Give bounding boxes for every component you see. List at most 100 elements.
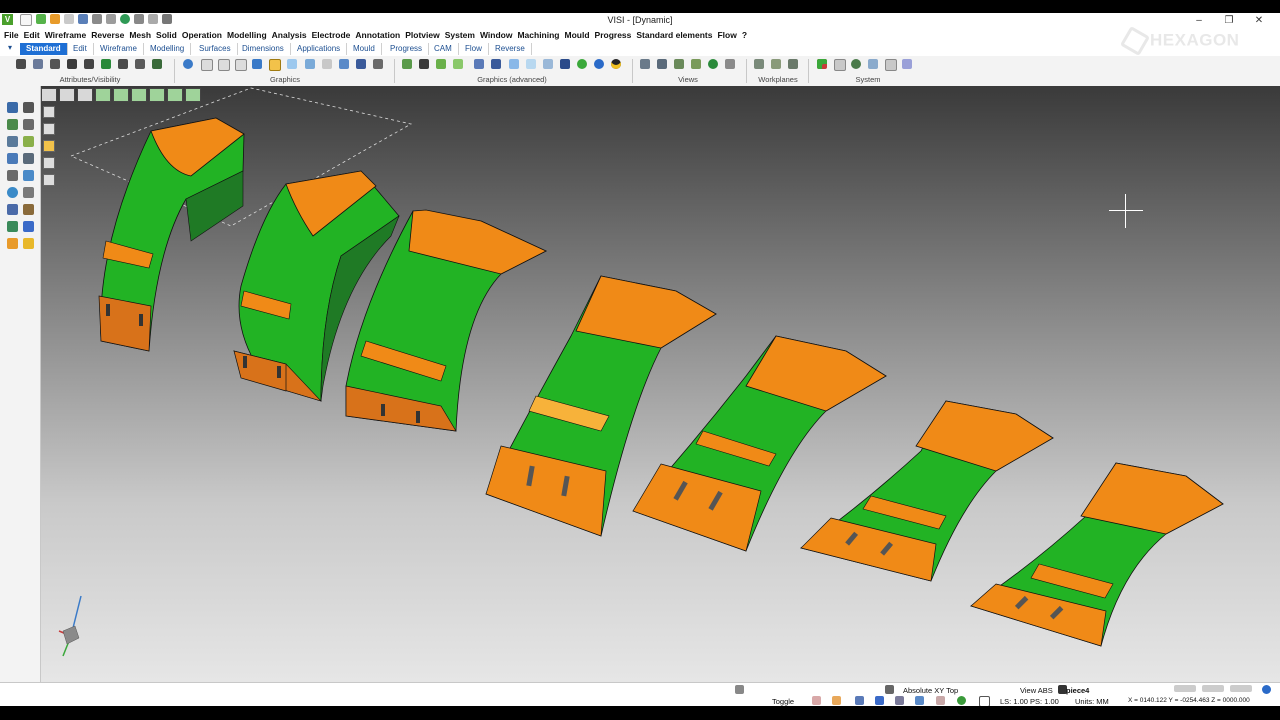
tab-reverse[interactable]: Reverse	[489, 43, 532, 55]
system-doc-icon[interactable]	[885, 59, 897, 71]
adv-outline-icon[interactable]	[543, 59, 553, 69]
system-script-icon[interactable]	[902, 59, 912, 69]
settings-icon[interactable]	[817, 59, 827, 69]
tab-wireframe[interactable]: Wireframe	[94, 43, 144, 55]
status-bar-3-icon[interactable]	[1230, 685, 1252, 692]
adv-shade-icon[interactable]	[419, 59, 429, 69]
visibility-icon[interactable]	[33, 59, 43, 69]
piece-label[interactable]: piece4	[1066, 686, 1089, 695]
glass-icon[interactable]	[305, 59, 315, 69]
render-icon[interactable]	[252, 59, 262, 69]
color-icon[interactable]	[101, 59, 111, 69]
query-icon[interactable]	[7, 204, 18, 215]
shaded-icon[interactable]	[235, 59, 247, 71]
minimize-button[interactable]: –	[1184, 13, 1214, 28]
adv-depth-icon[interactable]	[491, 59, 501, 69]
tab-standard[interactable]: Standard	[20, 43, 68, 55]
adv-material-icon[interactable]	[474, 59, 484, 69]
menu-file[interactable]: File	[4, 29, 24, 42]
help-icon[interactable]	[875, 696, 884, 705]
menu-analysis[interactable]: Analysis	[272, 29, 312, 42]
system-globe-icon[interactable]	[851, 59, 861, 69]
menu-system[interactable]: System	[445, 29, 480, 42]
edit-icon[interactable]	[23, 136, 34, 147]
menu-solid[interactable]: Solid	[156, 29, 182, 42]
swap-icon[interactable]	[152, 59, 162, 69]
menu-electrode[interactable]: Electrode	[312, 29, 356, 42]
tab-flow[interactable]: Flow	[459, 43, 489, 55]
menu-reverse[interactable]: Reverse	[91, 29, 129, 42]
3d-viewport[interactable]	[41, 86, 1280, 682]
model-canvas[interactable]	[41, 86, 1280, 682]
view-pan-icon[interactable]	[691, 59, 701, 69]
tab-mould[interactable]: Mould	[347, 43, 382, 55]
adv-sphere-icon[interactable]	[577, 59, 587, 69]
adv-ball-icon[interactable]	[611, 59, 621, 69]
view-box-icon[interactable]	[674, 59, 684, 69]
part-stage-1[interactable]	[98, 117, 245, 352]
adv-shield-icon[interactable]	[560, 59, 570, 69]
cylinder-icon[interactable]	[322, 59, 332, 69]
delete-icon[interactable]	[23, 102, 34, 113]
copy-view-icon[interactable]	[339, 59, 349, 69]
status-tool-3-icon[interactable]	[855, 696, 864, 705]
tab-progress[interactable]: Progress	[384, 43, 430, 55]
menu-help[interactable]: ?	[742, 29, 752, 42]
transform-icon[interactable]	[7, 187, 18, 198]
adv-globe-icon[interactable]	[594, 59, 604, 69]
menu-plotview[interactable]: Plotview	[405, 29, 444, 42]
menu-modelling[interactable]: Modelling	[227, 29, 272, 42]
show-icon[interactable]	[84, 59, 94, 69]
measure-icon[interactable]	[23, 204, 34, 215]
status-tool-2-icon[interactable]	[832, 696, 841, 705]
info-icon[interactable]	[1262, 685, 1271, 694]
hidden-line-icon[interactable]	[218, 59, 230, 71]
blank-icon[interactable]	[118, 59, 128, 69]
close-button[interactable]: ✕	[1244, 13, 1274, 28]
menu-flow[interactable]: Flow	[717, 29, 741, 42]
scale-icon[interactable]	[7, 136, 18, 147]
tab-dimensions[interactable]: Dimensions	[236, 43, 291, 55]
tab-applications[interactable]: Applications	[291, 43, 348, 55]
menu-window[interactable]: Window	[480, 29, 518, 42]
menu-operation[interactable]: Operation	[182, 29, 227, 42]
clip-icon[interactable]	[373, 59, 383, 69]
group-icon[interactable]	[7, 221, 18, 232]
hide-icon[interactable]	[67, 59, 77, 69]
status-bar-2-icon[interactable]	[1202, 685, 1224, 692]
workplane-edit-icon[interactable]	[788, 59, 798, 69]
section-icon[interactable]	[356, 59, 366, 69]
status-bar-1-icon[interactable]	[1174, 685, 1196, 692]
paint-icon[interactable]	[7, 238, 18, 249]
move-icon[interactable]	[7, 119, 18, 130]
adv-view-icon[interactable]	[402, 59, 412, 69]
attributes-icon[interactable]	[16, 59, 26, 69]
refresh-icon[interactable]	[23, 221, 34, 232]
config-icon[interactable]	[834, 59, 846, 71]
wire-icon[interactable]	[201, 59, 213, 71]
rotate-icon[interactable]	[23, 170, 34, 181]
tab-cam[interactable]: CAM	[428, 43, 459, 55]
part-stage-7[interactable]	[970, 462, 1224, 647]
tab-edit[interactable]: Edit	[67, 43, 94, 55]
status-tool-1-icon[interactable]	[812, 696, 821, 705]
workplane-label[interactable]: Absolute XY Top	[903, 686, 958, 695]
tab-surfaces[interactable]: Surfaces	[193, 43, 238, 55]
status-tool-4-icon[interactable]	[895, 696, 904, 705]
layer-icon[interactable]	[50, 59, 60, 69]
select-icon[interactable]	[7, 102, 18, 113]
status-tool-6-icon[interactable]	[936, 696, 945, 705]
highlight-icon[interactable]	[23, 238, 34, 249]
redraw-icon[interactable]	[183, 59, 193, 69]
unblank-icon[interactable]	[135, 59, 145, 69]
toggle-button[interactable]: Toggle	[772, 697, 794, 706]
transparent-icon[interactable]	[287, 59, 297, 69]
adv-ghost-icon[interactable]	[526, 59, 536, 69]
ribbon-collapse-icon[interactable]: ▾	[8, 43, 12, 52]
part-stage-6[interactable]	[800, 400, 1054, 582]
status-tool-5-icon[interactable]	[915, 696, 924, 705]
menu-edit[interactable]: Edit	[24, 29, 45, 42]
menu-progress[interactable]: Progress	[595, 29, 637, 42]
system-window-icon[interactable]	[868, 59, 878, 69]
plane-icon[interactable]	[885, 685, 894, 694]
